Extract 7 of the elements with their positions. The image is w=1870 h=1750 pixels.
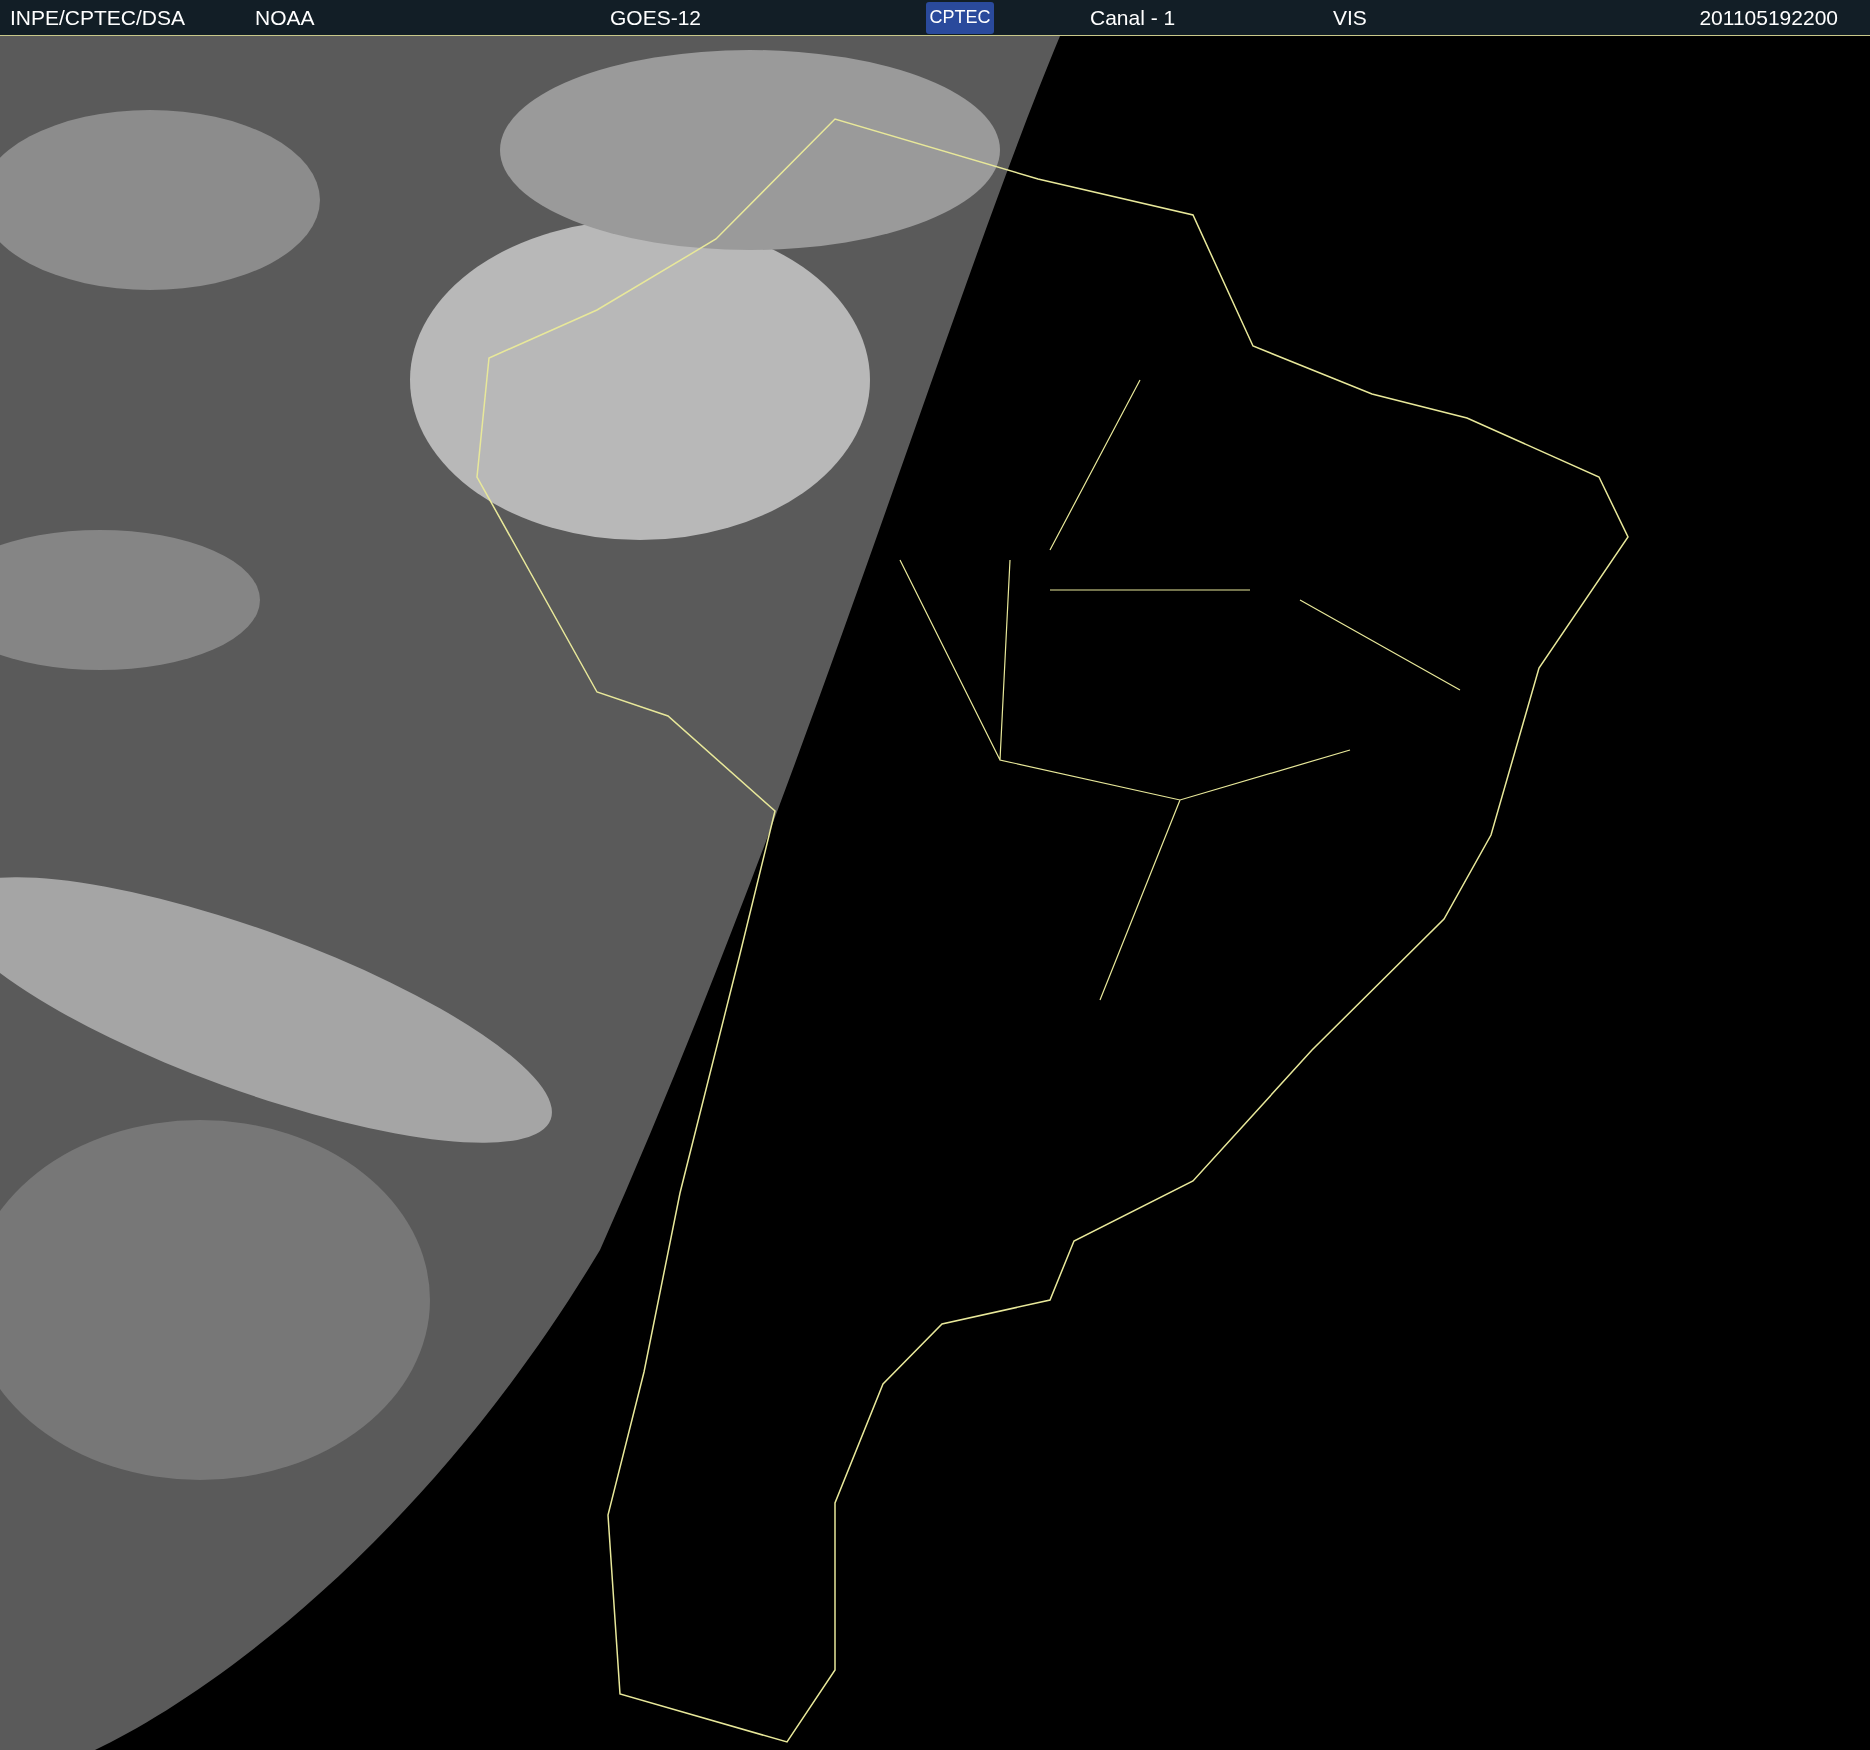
logo-badge: CPTEC <box>926 1 994 34</box>
header-label: INPE/CPTEC/DSA <box>10 5 187 30</box>
header-label: Canal - 1 <box>1090 5 1177 30</box>
header-label: VIS <box>1333 5 1368 30</box>
header-label: GOES-12 <box>610 5 703 30</box>
header-label: NOAA <box>255 5 316 30</box>
timestamp: 201105192200 <box>1699 5 1838 30</box>
